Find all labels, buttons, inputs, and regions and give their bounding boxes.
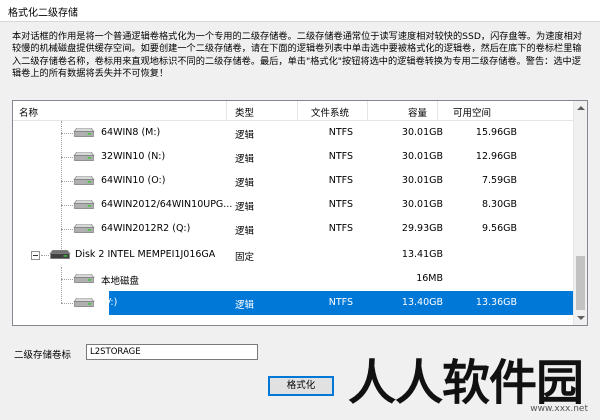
column-divider <box>437 101 438 121</box>
volume-capacity: 30.01GB <box>401 199 443 210</box>
column-divider <box>367 101 368 121</box>
tree-line <box>61 205 73 206</box>
tree-line <box>61 157 73 158</box>
volume-name: 64WIN2012R2 (Q:) <box>101 223 191 234</box>
volume-name: 64WIN8 (M:) <box>101 127 161 138</box>
column-divider <box>297 101 298 121</box>
volume-row[interactable]: (V:) 逻辑 NTFS 13.40GB 13.36GB <box>13 291 575 315</box>
volume-name: 本地磁盘 <box>101 276 140 287</box>
column-filesystem[interactable]: 文件系统 <box>311 105 349 119</box>
volume-name: 64WIN10 (O:) <box>101 175 166 186</box>
drive-icon <box>73 152 95 161</box>
tree-line <box>61 279 73 280</box>
volume-list[interactable]: 名称 类型 文件系统 容量 可用空间 64WIN8 (M:) 逻辑 NTFS 30.0… <box>12 100 588 326</box>
volume-filesystem: NTFS <box>328 175 353 186</box>
volume-row[interactable]: 64WIN2012R2 (Q:) 逻辑 NTFS 29.93GB 9.56GB <box>13 217 575 241</box>
list-header: 名称 类型 文件系统 容量 可用空间 <box>13 101 579 121</box>
volume-type: 逻辑 <box>235 202 255 213</box>
drive-icon <box>73 298 95 307</box>
volume-free-space: 9.56GB <box>481 223 517 234</box>
scroll-down-arrow-icon[interactable] <box>577 316 585 320</box>
drive-icon <box>73 128 95 137</box>
volume-filesystem: NTFS <box>328 127 353 138</box>
volume-row[interactable]: 本地磁盘 16MB <box>13 267 575 291</box>
scroll-up-arrow-icon[interactable] <box>577 106 585 110</box>
collapse-icon[interactable] <box>31 251 40 260</box>
watermark-url: www.xxx.net <box>530 404 588 414</box>
volume-type: 逻辑 <box>235 178 255 189</box>
volume-name: 32WIN10 (N:) <box>101 151 166 162</box>
volume-capacity: 13.41GB <box>401 249 443 260</box>
watermark-logo: 人人软件园 www.xxx.net <box>344 352 598 418</box>
volume-row[interactable]: 64WIN8 (M:) 逻辑 NTFS 30.01GB 15.96GB <box>13 121 575 145</box>
scroll-thumb[interactable] <box>576 256 585 310</box>
window-title: 格式化二级存储 <box>8 8 78 19</box>
column-free-space[interactable]: 可用空间 <box>453 105 491 119</box>
volume-type: 固定 <box>235 252 255 263</box>
volume-capacity: 29.93GB <box>401 223 443 234</box>
volume-free-space: 15.96GB <box>475 127 517 138</box>
volume-capacity: 30.01GB <box>401 127 443 138</box>
drive-icon <box>73 200 95 209</box>
format-button[interactable]: 格式化 <box>268 376 334 396</box>
volume-name: 64WIN2012/64WIN10UPG... <box>101 199 233 210</box>
column-capacity[interactable]: 容量 <box>408 105 427 119</box>
volume-type: 逻辑 <box>235 130 255 141</box>
tree-line <box>61 303 73 304</box>
volume-capacity: 30.01GB <box>401 175 443 186</box>
tree-line <box>41 255 49 256</box>
volume-type: 逻辑 <box>235 300 255 311</box>
volume-free-space: 12.96GB <box>475 151 517 162</box>
drive-icon <box>73 176 95 185</box>
volume-label-caption: 二级存储卷标 <box>14 350 72 361</box>
column-divider <box>226 101 227 121</box>
volume-filesystem: NTFS <box>328 223 353 234</box>
drive-icon <box>73 224 95 233</box>
volume-type: 逻辑 <box>235 154 255 165</box>
volume-filesystem: NTFS <box>328 151 353 162</box>
dialog-description: 本对话框的作用是将一个普通逻辑卷格式化为一个专用的二级存储卷。二级存储卷通常位于… <box>12 31 582 79</box>
volume-name: Disk 2 INTEL MEMPEI1J016GA <box>75 249 216 260</box>
tree-line <box>61 229 73 230</box>
volume-row[interactable]: 64WIN2012/64WIN10UPG... 逻辑 NTFS 30.01GB 8.30… <box>13 193 575 217</box>
title-bar: 格式化二级存储 <box>0 0 600 22</box>
drive-icon <box>73 274 95 283</box>
tree-line <box>61 181 73 182</box>
volume-filesystem: NTFS <box>328 297 353 308</box>
volume-free-space: 13.36GB <box>475 297 517 308</box>
volume-row[interactable]: 64WIN10 (O:) 逻辑 NTFS 30.01GB 7.59GB <box>13 169 575 193</box>
volume-filesystem: NTFS <box>328 199 353 210</box>
tree-line <box>61 133 73 134</box>
column-name[interactable]: 名称 <box>19 105 38 119</box>
volume-row[interactable]: 32WIN10 (N:) 逻辑 NTFS 30.01GB 12.96GB <box>13 145 575 169</box>
volume-type: 逻辑 <box>235 226 255 237</box>
volume-label-input[interactable]: L2STORAGE <box>86 344 258 360</box>
volume-capacity: 16MB <box>416 273 443 284</box>
volume-free-space: 8.30GB <box>481 199 517 210</box>
volume-name: (V:) <box>101 297 118 308</box>
volume-free-space: 7.59GB <box>481 175 517 186</box>
disk-icon <box>49 250 71 259</box>
disk-row[interactable]: Disk 2 INTEL MEMPEI1J016GA 固定 13.41GB <box>13 243 575 267</box>
volume-capacity: 13.40GB <box>401 297 443 308</box>
volume-capacity: 30.01GB <box>401 151 443 162</box>
column-type[interactable]: 类型 <box>235 105 254 119</box>
vertical-scrollbar[interactable] <box>573 101 587 325</box>
